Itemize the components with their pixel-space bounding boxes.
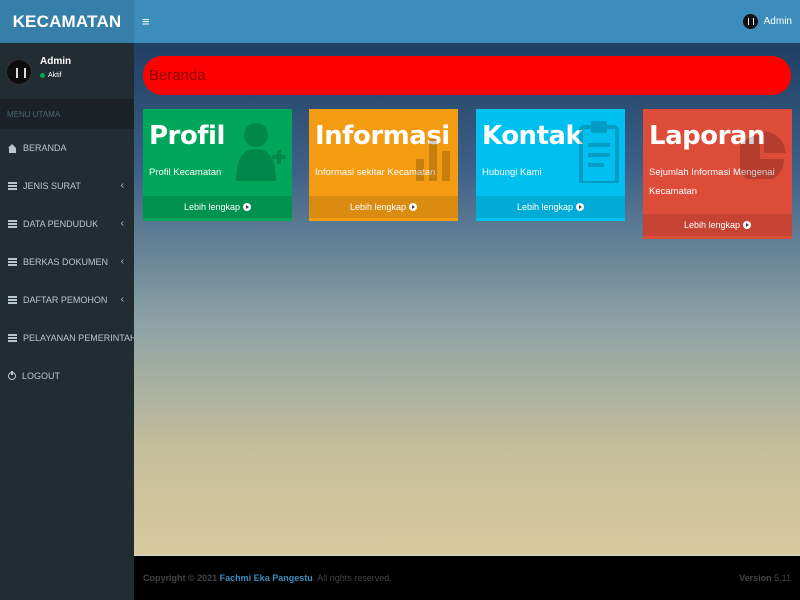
list-icon (8, 220, 17, 228)
app-logo[interactable]: KECAMATAN (0, 0, 134, 43)
user-info: Admin Aktif (40, 56, 71, 79)
more-info-label: Lebih lengkap (683, 220, 741, 230)
list-icon (8, 334, 17, 342)
more-info-label: Lebih lengkap (183, 202, 241, 212)
author-link[interactable]: Fachmi Eka Pangestu (220, 573, 313, 583)
user-panel: Admin Aktif (0, 43, 134, 99)
arrow-circle-right-icon (576, 203, 585, 211)
online-dot-icon (40, 72, 45, 78)
avatar (742, 14, 758, 29)
main-header: KECAMATAN ≡ Admin (0, 0, 800, 43)
chevron-left-icon: ‹ (120, 180, 124, 191)
info-box-informasi: Informasi Informasi sekitar Kecamatan Le… (309, 109, 458, 221)
more-info-link[interactable]: Lebih lengkap (309, 196, 458, 218)
arrow-circle-right-icon (743, 221, 752, 229)
arrow-circle-right-icon (409, 203, 418, 211)
main-footer: Copyright © 2021 Fachmi Eka Pangestu. Al… (134, 555, 800, 600)
list-icon (8, 296, 17, 304)
version-number: 5.11 (774, 573, 791, 583)
pie-chart-icon (740, 131, 786, 179)
user-plus-icon (236, 123, 286, 181)
more-info-label: Lebih lengkap (516, 202, 574, 212)
copyright-prefix: Copyright © 2021 (143, 573, 218, 583)
more-info-link[interactable]: Lebih lengkap (143, 196, 292, 218)
user-status: Aktif (40, 72, 71, 79)
sidebar-item-berkas-dokumen[interactable]: BERKAS DOKUMEN ‹ (0, 243, 134, 281)
chevron-left-icon: ‹ (120, 256, 124, 267)
more-info-label: Lebih lengkap (349, 202, 407, 212)
sidebar-item-beranda[interactable]: BERANDA (0, 129, 134, 167)
version: Version 5.11 (739, 573, 791, 583)
page-title-bar: Beranda (143, 56, 791, 95)
info-box-kontak: Kontak Hubungi Kami Lebih lengkap (476, 109, 625, 221)
user-avatar (6, 59, 32, 85)
sidebar-item-jenis-surat[interactable]: JENIS SURAT ‹ (0, 167, 134, 205)
info-box-laporan: Laporan Sejumlah Informasi Mengenai Keca… (643, 109, 792, 239)
user-name: Admin (40, 55, 72, 67)
sidebar-item-logout[interactable]: LOGOUT (0, 357, 134, 395)
sidebar-item-label: DATA PENDUDUK (23, 219, 99, 229)
sidebar-item-pelayanan[interactable]: PELAYANAN PEMERINTAHAN (0, 319, 134, 357)
version-label: Version (739, 573, 772, 583)
user-status-label: Aktif (48, 71, 62, 79)
sidebar: Admin Aktif MENU UTAMA BERANDA JENIS SUR… (0, 43, 134, 600)
content-area: Beranda Profil Profil Kecamatan Lebih le… (134, 43, 800, 555)
home-icon (8, 143, 17, 153)
sidebar-item-label: BERKAS DOKUMEN (23, 257, 109, 267)
page-title: Beranda (149, 67, 206, 84)
sidebar-item-label: LOGOUT (22, 371, 61, 381)
chevron-left-icon: ‹ (120, 294, 124, 305)
clipboard-icon (579, 121, 619, 183)
more-info-link[interactable]: Lebih lengkap (643, 214, 792, 236)
sidebar-item-label: BERANDA (23, 143, 67, 153)
info-box-profil: Profil Profil Kecamatan Lebih lengkap (143, 109, 292, 221)
bar-chart-icon (416, 139, 450, 181)
sidebar-item-label: PELAYANAN PEMERINTAHAN (23, 333, 134, 343)
arrow-circle-right-icon (243, 203, 252, 211)
sidebar-item-daftar-pemohon[interactable]: DAFTAR PEMOHON ‹ (0, 281, 134, 319)
chevron-left-icon: ‹ (120, 218, 124, 229)
power-icon (8, 371, 16, 380)
sidebar-item-label: JENIS SURAT (23, 181, 81, 191)
sidebar-item-label: DAFTAR PEMOHON (23, 295, 108, 305)
copyright: Copyright © 2021 Fachmi Eka Pangestu. Al… (143, 573, 392, 583)
more-info-link[interactable]: Lebih lengkap (476, 196, 625, 218)
user-menu[interactable]: Admin (742, 14, 792, 29)
sidebar-toggle-icon[interactable]: ≡ (142, 14, 154, 29)
list-icon (8, 182, 17, 190)
menu-header: MENU UTAMA (0, 99, 134, 129)
top-navbar: ≡ Admin (134, 0, 800, 43)
list-icon (8, 258, 17, 266)
sidebar-item-data-penduduk[interactable]: DATA PENDUDUK ‹ (0, 205, 134, 243)
user-menu-name: Admin (763, 16, 792, 27)
rights-text: . All rights reserved. (312, 573, 392, 583)
